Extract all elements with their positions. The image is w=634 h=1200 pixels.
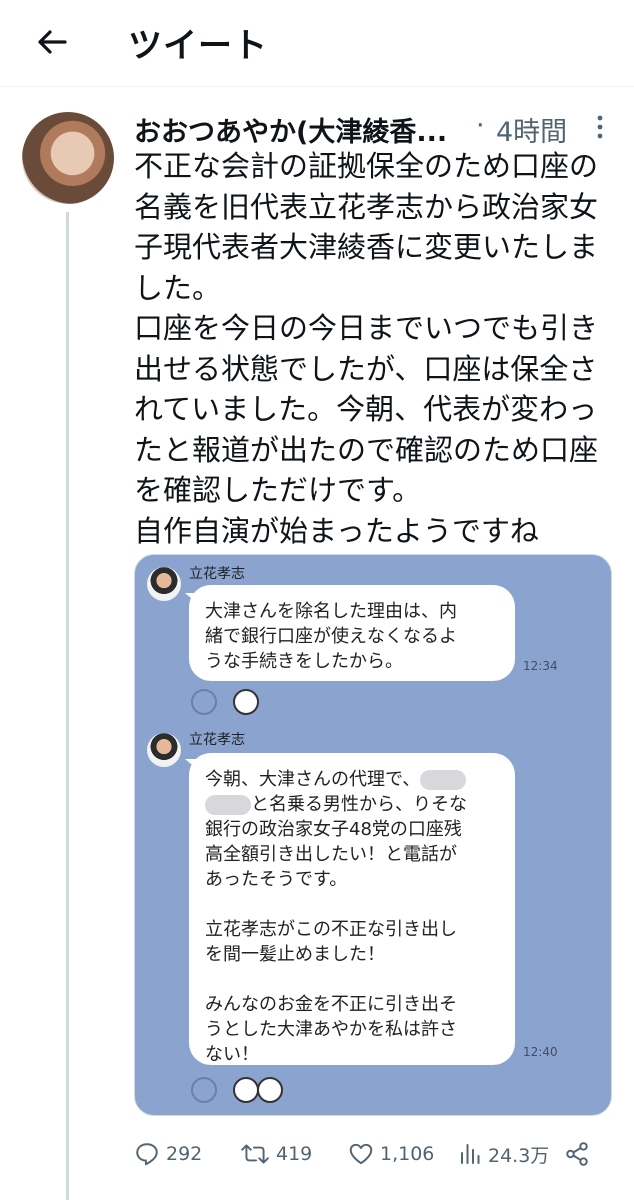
sticker-reaction-icon: [257, 1077, 283, 1103]
page-title: ツイート: [128, 26, 268, 66]
author-avatar[interactable]: [22, 112, 114, 204]
chat-line: みんなのお金を不正に引き出そ: [205, 994, 457, 1015]
like-button[interactable]: 1,106: [348, 1134, 434, 1174]
chat-line: 今朝、大津さんの代理で、: [205, 769, 421, 790]
bar-chart-icon: [461, 1144, 480, 1164]
tweet-text-line: たと報道が出たので確認のため口座: [134, 432, 599, 467]
chat-line: 高全額引き出したい！と電話が: [205, 844, 457, 865]
thread-line: [66, 212, 69, 1200]
tweet-timestamp[interactable]: 4時間: [496, 110, 567, 149]
separator-dot: ·: [476, 110, 485, 141]
back-arrow-icon: [38, 30, 67, 54]
tweet-text-line: 名義を旧代表立花孝志から政治家女: [134, 189, 599, 224]
chat-spacer: [205, 967, 499, 992]
chat-line: と名乗る男性から、りそな: [251, 794, 467, 815]
top-bar: ツイート: [0, 0, 634, 87]
attached-image[interactable]: 立花孝志 大津さんを除名した理由は、内 緒で銀行口座が使えなくなるよ うな手続き…: [134, 554, 612, 1116]
chat-bubble: 大津さんを除名した理由は、内 緒で銀行口座が使えなくなるよ うな手続きをしたから…: [189, 585, 515, 681]
chat-line: を間一髪止めました！: [205, 944, 385, 965]
smile-reaction-icon: [191, 1077, 217, 1103]
tweet-text-line: 子現代表者大津綾香に変更いたしま: [134, 230, 599, 264]
chat-spacer: [205, 892, 499, 917]
share-button[interactable]: [564, 1134, 596, 1174]
chat-line: 緒で銀行口座が使えなくなるよ: [205, 626, 457, 647]
chat-line: 銀行の政治家女子48党の口座残: [205, 819, 462, 840]
chat-line: ない！: [205, 1044, 259, 1065]
sender-name: 立花孝志: [189, 566, 245, 582]
retweet-count: 419: [276, 1143, 313, 1165]
message-time: 12:34: [523, 659, 558, 673]
reply-button[interactable]: 292: [134, 1134, 202, 1174]
tweet-text-line: を確認しただけです。: [134, 473, 422, 507]
retweet-button[interactable]: 419: [240, 1134, 312, 1174]
views-button[interactable]: 24.3万: [458, 1134, 549, 1174]
sender-name: 立花孝志: [189, 732, 245, 748]
sender-avatar: [147, 733, 181, 767]
chat-line: 立花孝志がこの不正な引き出し: [205, 919, 457, 940]
heart-icon: [349, 1143, 373, 1165]
blurred-name: [420, 770, 467, 790]
blurred-name: [205, 795, 251, 815]
more-options-button[interactable]: [586, 112, 614, 142]
view-count: 24.3万: [488, 1144, 550, 1167]
more-vertical-icon: [597, 115, 603, 139]
sticker-reaction-icon: [233, 1077, 259, 1103]
sender-avatar: [147, 567, 181, 601]
retweet-icon: [241, 1144, 269, 1164]
chat-line: うな手続きをしたから。: [205, 651, 403, 672]
chat-line: うとした大津あやかを私は許さ: [205, 1019, 457, 1040]
back-button[interactable]: [28, 20, 76, 64]
tweet-header: おおつあやか(大津綾香... · 4時間: [134, 108, 620, 148]
chat-bubble: 今朝、大津さんの代理で、 と名乗る男性から、りそな 銀行の政治家女子48党の口座…: [189, 753, 515, 1065]
reply-icon: [136, 1143, 158, 1166]
chat-line: 大津さんを除名した理由は、内: [205, 601, 457, 622]
tweet-text-line: 自作自演が始まったようですね: [134, 513, 539, 548]
smile-reaction-icon: [191, 689, 217, 715]
message-time: 12:40: [523, 1045, 558, 1059]
tweet-text: 不正な会計の証拠保全のため口座の 名義を旧代表立花孝志から政治家女 子現代表者大…: [134, 146, 624, 551]
chat-line: あったそうです。: [205, 869, 348, 890]
reply-count: 292: [166, 1143, 203, 1165]
sticker-reaction-icon: [233, 689, 259, 715]
tweet-text-line: した。: [134, 270, 222, 305]
tweet-text-line: 不正な会計の証拠保全のため口座の: [134, 149, 599, 183]
tweet-text-line: 出せる状態でしたが、口座は保全さ: [134, 351, 598, 386]
tweet-text-line: れていました。今朝、代表が変わっ: [134, 392, 598, 426]
author-name[interactable]: おおつあやか(大津綾香...: [134, 110, 447, 149]
like-count: 1,106: [380, 1143, 435, 1165]
share-icon: [566, 1142, 588, 1166]
tweet-text-line: 口座を今日の今日までいつでも引き: [134, 311, 599, 345]
tweet-actions: 292 419 1,106 24.3万: [134, 1134, 620, 1174]
